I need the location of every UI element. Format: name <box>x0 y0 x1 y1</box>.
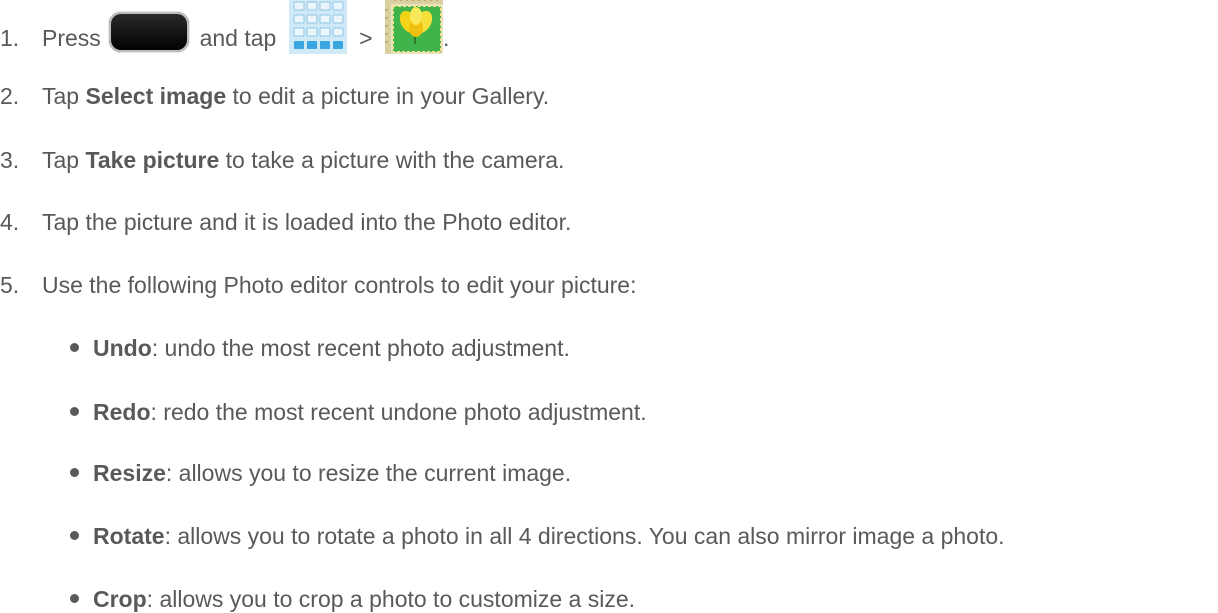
step-number: 3. <box>0 147 20 173</box>
control-term: Redo <box>93 399 151 425</box>
step-2: 2. Tap Select image to edit a picture in … <box>0 82 549 110</box>
control-term: Resize <box>93 460 166 486</box>
step-5: 5. Use the following Photo editor control… <box>0 271 637 299</box>
control-term: Undo <box>93 335 152 361</box>
control-desc: : allows you to rotate a photo in all 4 … <box>164 523 1005 549</box>
step-text: Tap <box>42 83 86 109</box>
home-key-icon <box>109 12 190 52</box>
step-number: 4. <box>0 209 20 235</box>
bullet-icon <box>70 468 79 478</box>
control-desc: : allows you to resize the current image… <box>165 460 572 486</box>
control-item-rotate: Rotate: allows you to rotate a photo in … <box>0 522 1005 550</box>
control-item-redo: Redo: redo the most recent undone photo … <box>0 398 647 426</box>
control-item-resize: Resize: allows you to resize the current… <box>0 459 571 487</box>
step-number: 5. <box>0 272 20 298</box>
step-text: Press <box>42 25 101 52</box>
step-text: Use the following Photo editor controls … <box>42 272 637 298</box>
separator: > <box>359 25 373 52</box>
step-bold-term: Take picture <box>85 147 220 173</box>
bullet-icon <box>70 531 79 541</box>
step-number: 1. <box>0 25 20 52</box>
bullet-icon <box>70 343 79 353</box>
control-desc: : undo the most recent photo adjustment. <box>151 335 570 361</box>
bullet-icon <box>70 407 79 417</box>
step-text: and tap <box>199 25 277 52</box>
apps-grid-icon <box>288 0 347 54</box>
control-desc: : allows you to crop a photo to customiz… <box>146 586 636 612</box>
step-number: 2. <box>0 83 20 109</box>
step-1: 1. Press and tap > . <box>0 0 450 68</box>
control-term: Rotate <box>93 523 165 549</box>
step-4: 4. Tap the picture and it is loaded into … <box>0 208 571 236</box>
step-text: . <box>442 25 450 52</box>
photo-editor-icon <box>384 0 443 54</box>
control-desc: : redo the most recent undone photo adju… <box>150 399 647 425</box>
step-text: Tap the picture and it is loaded into th… <box>42 209 572 235</box>
step-text: to take a picture with the camera. <box>219 147 565 173</box>
step-bold-term: Select image <box>85 83 227 109</box>
control-term: Crop <box>93 586 147 612</box>
step-3: 3. Tap Take picture to take a picture wit… <box>0 146 564 174</box>
control-item-undo: Undo: undo the most recent photo adjustm… <box>0 334 570 362</box>
step-text: Tap <box>42 147 86 173</box>
bullet-icon <box>70 594 79 604</box>
step-text: to edit a picture in your Gallery. <box>226 83 550 109</box>
control-item-crop: Crop: allows you to crop a photo to cust… <box>0 585 635 613</box>
